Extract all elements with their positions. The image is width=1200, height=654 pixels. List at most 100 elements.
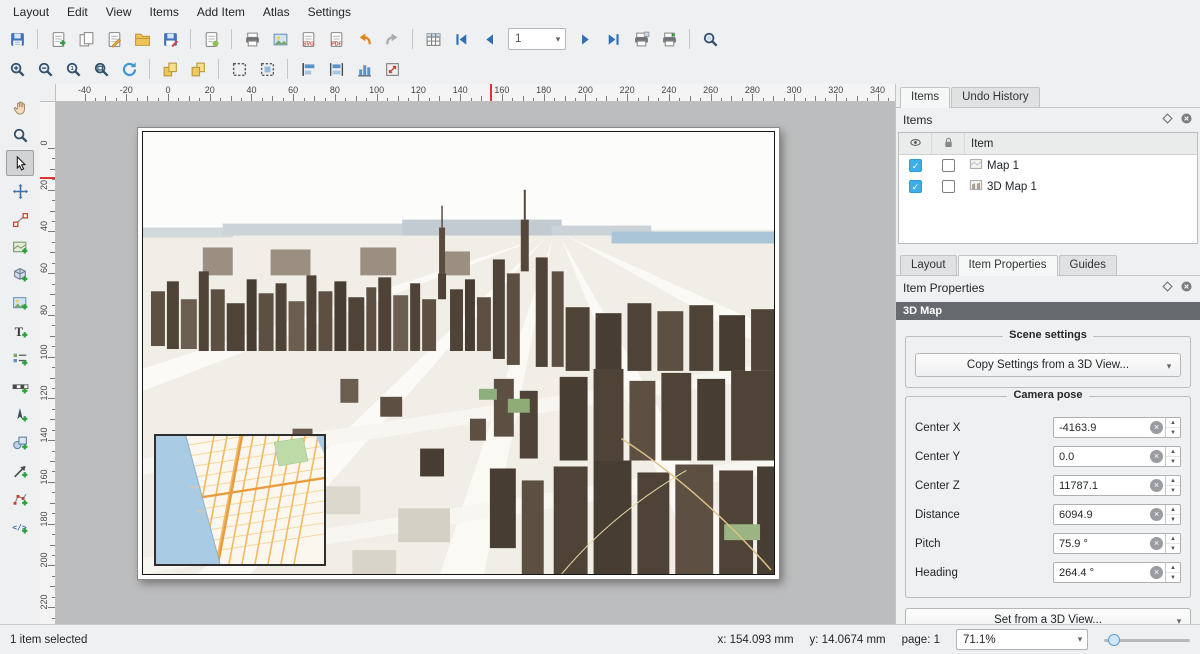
center-x-spin-buttons[interactable]: ▲▼ <box>1165 418 1180 437</box>
center-z-spin-buttons[interactable]: ▲▼ <box>1165 476 1180 495</box>
3d-map-item[interactable] <box>142 131 775 575</box>
add-3d-map-tool[interactable] <box>6 262 34 288</box>
tab-layout[interactable]: Layout <box>900 255 957 275</box>
lock-checkbox[interactable] <box>942 180 955 193</box>
spin-down-icon[interactable]: ▼ <box>1166 573 1180 582</box>
zoom-out-button[interactable] <box>32 56 58 82</box>
visibility-checkbox[interactable]: ✓ <box>909 180 922 193</box>
pitch-spin-buttons[interactable]: ▲▼ <box>1165 534 1180 553</box>
align-items-button[interactable] <box>295 56 321 82</box>
atlas-next-button[interactable] <box>572 26 598 52</box>
zoom-slider-handle[interactable] <box>1108 634 1120 646</box>
move-item-content-tool[interactable] <box>6 178 34 204</box>
select-move-item-tool[interactable] <box>6 150 34 176</box>
add-arrow-tool[interactable] <box>6 458 34 484</box>
resize-bars-button[interactable] <box>351 56 377 82</box>
layout-manager-button[interactable] <box>101 26 127 52</box>
edit-nodes-tool[interactable] <box>6 206 34 232</box>
zoom-in-button[interactable] <box>4 56 30 82</box>
duplicate-layout-button[interactable] <box>73 26 99 52</box>
clear-icon[interactable]: × <box>1150 537 1163 550</box>
add-scalebar-tool[interactable] <box>6 374 34 400</box>
center-y-spin-buttons[interactable]: ▲▼ <box>1165 447 1180 466</box>
add-picture-tool[interactable] <box>6 290 34 316</box>
atlas-last-button[interactable] <box>600 26 626 52</box>
preview-atlas-button[interactable] <box>697 26 723 52</box>
add-node-item-tool[interactable] <box>6 486 34 512</box>
add-north-arrow-tool[interactable] <box>6 402 34 428</box>
lower-items-button[interactable] <box>185 56 211 82</box>
zoom-slider[interactable] <box>1104 630 1190 650</box>
center-y-spinbox[interactable]: 0.0×▲▼ <box>1053 446 1181 467</box>
spin-down-icon[interactable]: ▼ <box>1166 428 1180 437</box>
clear-icon[interactable]: × <box>1150 508 1163 521</box>
zoom-actual-button[interactable]: 1 <box>60 56 86 82</box>
spin-down-icon[interactable]: ▼ <box>1166 486 1180 495</box>
heading-spinbox[interactable]: 264.4 °×▲▼ <box>1053 562 1181 583</box>
spin-up-icon[interactable]: ▲ <box>1166 563 1180 573</box>
add-shape-tool[interactable] <box>6 430 34 456</box>
atlas-prev-button[interactable] <box>476 26 502 52</box>
add-map-tool[interactable] <box>6 234 34 260</box>
tab-undo-history[interactable]: Undo History <box>951 87 1039 107</box>
redo-button[interactable] <box>379 26 405 52</box>
add-legend-tool[interactable] <box>6 346 34 372</box>
clear-icon[interactable]: × <box>1150 421 1163 434</box>
menu-atlas[interactable]: Atlas <box>254 1 299 23</box>
select-all-button[interactable] <box>226 56 252 82</box>
center-x-spinbox[interactable]: -4163.9×▲▼ <box>1053 417 1181 438</box>
undo-button[interactable] <box>351 26 377 52</box>
add-html-tool[interactable]: </> <box>6 514 34 540</box>
print-atlas-button[interactable] <box>628 26 654 52</box>
float-dock-icon[interactable] <box>1161 112 1174 128</box>
spin-up-icon[interactable]: ▲ <box>1166 534 1180 544</box>
tab-guides[interactable]: Guides <box>1059 255 1117 275</box>
atlas-settings-button[interactable] <box>420 26 446 52</box>
export-pdf-button[interactable]: PDF <box>323 26 349 52</box>
export-svg-button[interactable]: SVG <box>295 26 321 52</box>
menu-items[interactable]: Items <box>141 1 188 23</box>
print-button[interactable] <box>239 26 265 52</box>
item-row-3d-map-1[interactable]: ✓3D Map 1 <box>899 176 1197 197</box>
export-image-button[interactable] <box>267 26 293 52</box>
menu-layout[interactable]: Layout <box>4 1 58 23</box>
float-dock-icon[interactable] <box>1161 280 1174 296</box>
raise-items-button[interactable] <box>157 56 183 82</box>
menu-add-item[interactable]: Add Item <box>188 1 254 23</box>
copy-settings-button[interactable]: Copy Settings from a 3D View... ▾ <box>915 353 1181 377</box>
distribute-items-button[interactable] <box>323 56 349 82</box>
spin-up-icon[interactable]: ▲ <box>1166 505 1180 515</box>
close-dock-icon[interactable] <box>1180 112 1193 128</box>
layout-canvas[interactable] <box>56 102 895 624</box>
save-project-button[interactable] <box>4 26 30 52</box>
spin-up-icon[interactable]: ▲ <box>1166 418 1180 428</box>
set-from-3d-view-button[interactable]: Set from a 3D View... ▾ <box>905 608 1191 624</box>
pan-tool[interactable] <box>6 94 34 120</box>
atlas-first-button[interactable] <box>448 26 474 52</box>
map-item[interactable] <box>154 434 326 566</box>
export-atlas-button[interactable] <box>656 26 682 52</box>
spin-up-icon[interactable]: ▲ <box>1166 447 1180 457</box>
distance-spinbox[interactable]: 6094.9×▲▼ <box>1053 504 1181 525</box>
clear-icon[interactable]: × <box>1150 479 1163 492</box>
tab-items[interactable]: Items <box>900 87 950 108</box>
zoom-full-button[interactable] <box>88 56 114 82</box>
new-report-button[interactable] <box>198 26 224 52</box>
spin-down-icon[interactable]: ▼ <box>1166 457 1180 466</box>
save-as-template-button[interactable] <box>157 26 183 52</box>
item-row-map-1[interactable]: ✓Map 1 <box>899 155 1197 176</box>
tab-item-properties[interactable]: Item Properties <box>958 255 1058 276</box>
invert-selection-button[interactable] <box>254 56 280 82</box>
spin-down-icon[interactable]: ▼ <box>1166 544 1180 553</box>
heading-spin-buttons[interactable]: ▲▼ <box>1165 563 1180 582</box>
clear-icon[interactable]: × <box>1150 566 1163 579</box>
spin-down-icon[interactable]: ▼ <box>1166 515 1180 524</box>
menu-settings[interactable]: Settings <box>299 1 360 23</box>
add-label-tool[interactable]: T <box>6 318 34 344</box>
pitch-spinbox[interactable]: 75.9 °×▲▼ <box>1053 533 1181 554</box>
atlas-feature-combo[interactable]: 1▾ <box>508 28 566 50</box>
close-dock-icon[interactable] <box>1180 280 1193 296</box>
layout-page[interactable] <box>137 127 780 580</box>
distance-spin-buttons[interactable]: ▲▼ <box>1165 505 1180 524</box>
menu-view[interactable]: View <box>97 1 141 23</box>
